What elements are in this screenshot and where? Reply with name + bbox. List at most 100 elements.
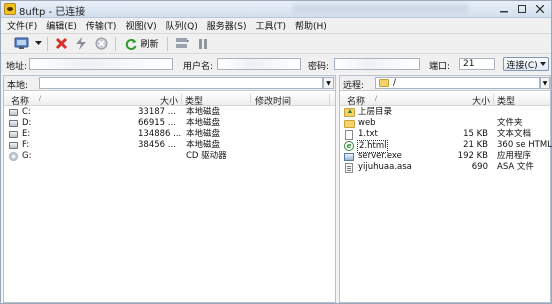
up-folder-icon <box>344 108 355 117</box>
item-name: web <box>358 118 376 128</box>
menu-edit[interactable]: 编辑(E) <box>46 19 77 32</box>
local-file-list: C: 33187 ... 本地磁盘 D: 66915 ... 本地磁盘 E: 1… <box>4 107 335 162</box>
refresh-button[interactable]: 刷新 <box>121 36 163 51</box>
remote-path-label: 远程: <box>343 81 365 91</box>
text-file-icon <box>345 130 353 140</box>
list-item[interactable]: yijuhuaa.asa 690 ASA 文件 <box>340 162 550 173</box>
item-type: 文件夹 <box>497 118 523 128</box>
folder-icon <box>344 120 355 128</box>
list-item[interactable]: D: 66915 ... 本地磁盘 <box>4 118 335 129</box>
pause-icon[interactable] <box>195 36 211 51</box>
item-name: yijuhuaa.asa <box>358 162 412 172</box>
app-logo-icon <box>4 3 16 15</box>
title-bar-blurred-area <box>293 4 468 14</box>
col-name[interactable]: 名称 <box>347 94 365 107</box>
remote-path-dropdown-icon[interactable]: ▼ <box>540 77 550 89</box>
list-item[interactable]: 上层目录 <box>340 107 550 118</box>
app-window: 8uftp - 已连接 文件(F) 编辑(E) 传输(T) 视图(V) 队列(Q… <box>0 0 552 304</box>
connection-bar: 地址: 用户名: 密码: 端口: 21 连接(C) <box>1 55 551 73</box>
site-manager-icon[interactable] <box>13 36 31 51</box>
host-input[interactable] <box>29 58 173 70</box>
toolbar-separator <box>167 37 168 51</box>
local-path-input[interactable] <box>39 77 323 89</box>
username-input[interactable] <box>217 58 301 70</box>
drive-icon <box>9 142 18 149</box>
menu-bar: 文件(F) 编辑(E) 传输(T) 视图(V) 队列(Q) 服务器(S) 工具(… <box>1 18 551 34</box>
item-name: 1.txt <box>358 129 378 139</box>
password-label: 密码: <box>308 62 330 72</box>
port-input[interactable]: 21 <box>459 58 495 70</box>
menu-file[interactable]: 文件(F) <box>7 19 37 32</box>
drive-icon <box>9 131 18 138</box>
item-name: 上层目录 <box>358 107 393 117</box>
window-title: 8uftp - 已连接 <box>19 7 86 18</box>
toolbar-separator <box>47 37 48 51</box>
sort-ascending-icon: / <box>375 95 378 102</box>
col-size[interactable]: 大小 <box>472 94 490 107</box>
connect-button[interactable]: 连接(C) <box>503 57 549 71</box>
remote-path-input[interactable]: / <box>375 77 540 89</box>
item-name: C: <box>22 107 31 117</box>
list-item[interactable]: G: CD 驱动器 <box>4 151 335 162</box>
item-size: 15 KB <box>463 129 488 139</box>
column-divider[interactable] <box>181 94 182 105</box>
sort-ascending-icon: / <box>39 95 42 102</box>
list-item[interactable]: server.exe 192 KB 应用程序 <box>340 151 550 162</box>
menu-server[interactable]: 服务器(S) <box>207 19 247 32</box>
item-name: D: <box>22 118 32 128</box>
col-type[interactable]: 类型 <box>497 94 515 107</box>
folder-icon <box>379 79 389 87</box>
cd-drive-icon <box>9 152 18 161</box>
chevron-down-icon <box>539 61 546 66</box>
list-item[interactable]: C: 33187 ... 本地磁盘 <box>4 107 335 118</box>
item-size: 192 KB <box>457 151 488 161</box>
list-item[interactable]: e 2.html 21 KB 360 se HTML... <box>340 140 552 153</box>
local-path-dropdown-icon[interactable]: ▼ <box>323 77 334 89</box>
asa-file-icon <box>345 163 353 173</box>
local-list-header: 名称 / 大小 类型 修改时间 <box>4 93 335 107</box>
executable-icon <box>344 153 354 161</box>
item-name: G: <box>22 151 32 161</box>
remote-path-bar: 远程: / ▼ <box>340 76 550 91</box>
remote-file-list: 上层目录 web 文件夹 1.txt 15 KB 文本文档 e 2.html 2… <box>340 107 552 173</box>
menu-transfer[interactable]: 传输(T) <box>86 19 117 32</box>
remote-list-header: 名称 / 大小 类型 <box>340 93 550 107</box>
item-type: CD 驱动器 <box>186 151 227 161</box>
remote-pane: 远程: / ▼ 名称 / 大小 类型 上层目录 web 文件夹 1.txt 15… <box>339 75 552 303</box>
col-name[interactable]: 名称 <box>11 94 29 107</box>
disconnect-icon[interactable] <box>53 36 69 51</box>
item-size: 33187 ... <box>138 107 176 117</box>
item-name: F: <box>22 140 30 150</box>
menu-help[interactable]: 帮助(H) <box>295 19 327 32</box>
column-divider[interactable] <box>493 94 494 105</box>
col-type[interactable]: 类型 <box>185 94 203 107</box>
item-type: ASA 文件 <box>497 162 534 172</box>
site-dropdown-icon[interactable] <box>33 36 43 51</box>
menu-view[interactable]: 视图(V) <box>125 19 156 32</box>
list-item[interactable]: web 文件夹 <box>340 118 550 129</box>
item-size: 690 <box>471 162 488 172</box>
connect-label: 连接(C) <box>506 60 538 71</box>
local-path-bar: 本地: ▼ <box>4 76 335 91</box>
drive-icon <box>9 120 18 127</box>
col-size[interactable]: 大小 <box>160 94 178 107</box>
column-divider[interactable] <box>250 94 251 105</box>
menu-queue[interactable]: 队列(Q) <box>166 19 198 32</box>
transfer-queue-icon[interactable] <box>173 36 191 51</box>
maximize-icon[interactable] <box>513 2 531 16</box>
item-type: 360 se HTML... <box>497 140 552 150</box>
close-icon[interactable] <box>531 2 549 16</box>
list-item[interactable]: F: 38456 ... 本地磁盘 <box>4 140 335 151</box>
toolbar: 刷新 <box>1 34 551 54</box>
list-item[interactable]: E: 134886 ... 本地磁盘 <box>4 129 335 140</box>
stop-icon[interactable] <box>93 36 109 51</box>
item-type: 应用程序 <box>497 151 532 161</box>
menu-tools[interactable]: 工具(T) <box>256 19 287 32</box>
list-item[interactable]: 1.txt 15 KB 文本文档 <box>340 129 550 140</box>
password-input[interactable] <box>334 58 420 70</box>
minimize-icon[interactable] <box>495 2 513 16</box>
quick-connect-icon[interactable] <box>73 36 89 51</box>
column-divider[interactable] <box>329 94 330 105</box>
col-modified[interactable]: 修改时间 <box>255 94 291 107</box>
refresh-icon <box>126 38 137 50</box>
